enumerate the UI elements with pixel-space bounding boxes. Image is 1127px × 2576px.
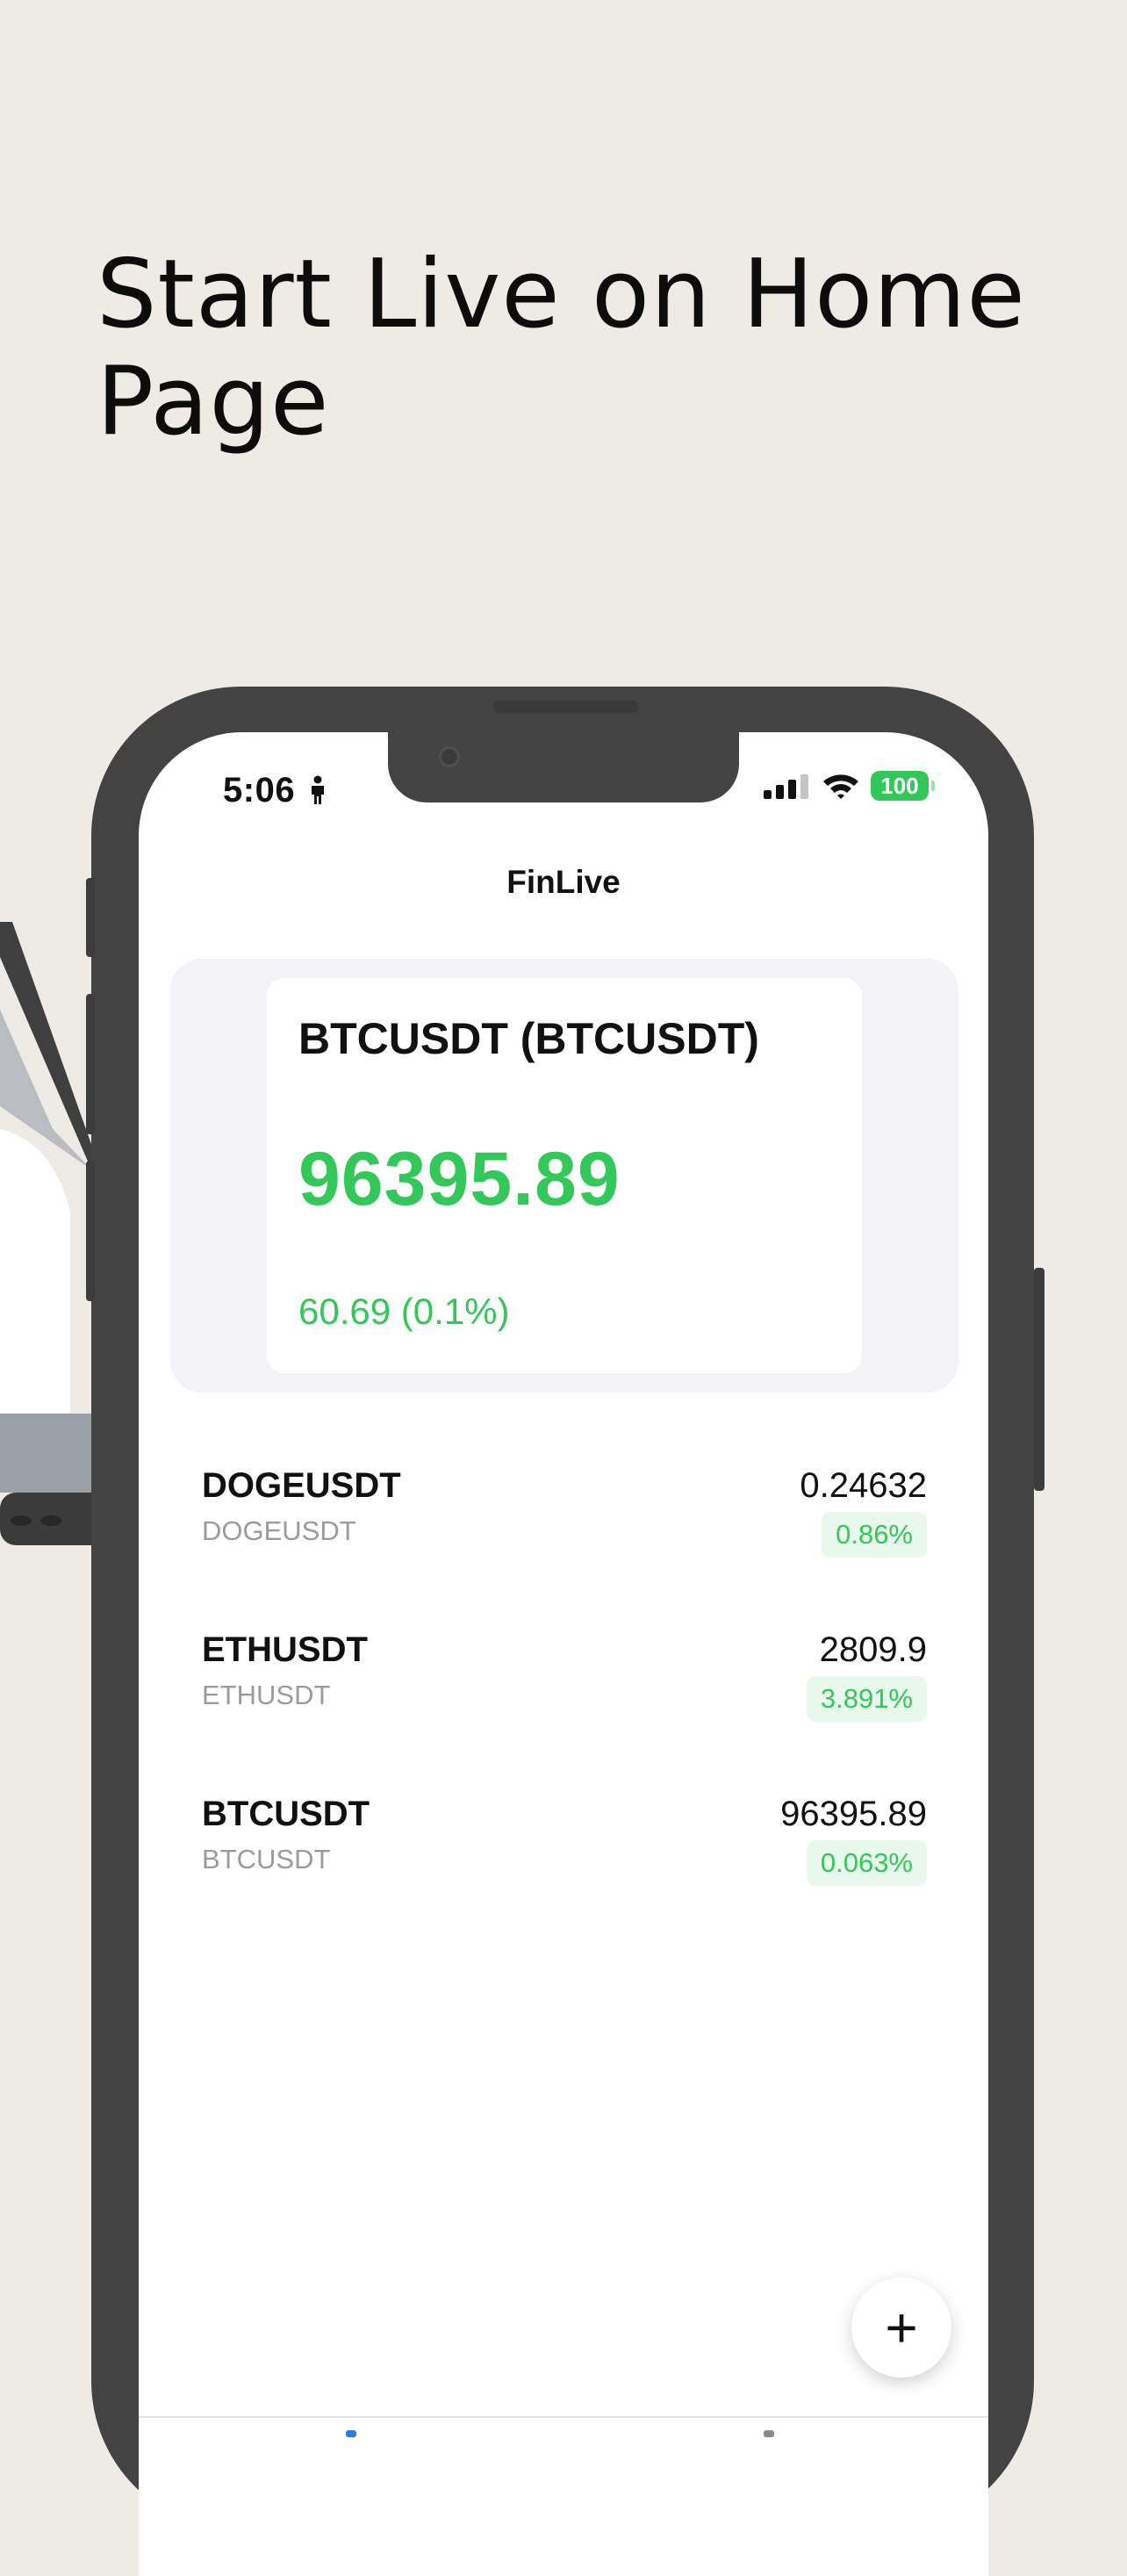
change-badge: 0.063% — [806, 1840, 927, 1886]
ticker-price: 96395.89 — [780, 1795, 927, 1833]
earpiece-speaker — [493, 701, 639, 713]
status-time-text: 5:06 — [223, 771, 296, 809]
change-badge: 0.86% — [822, 1512, 927, 1558]
camera-notch — [388, 732, 739, 802]
phone-screen: 5:06 100 FinLive BTCUSDT (BTCUSDT) 96395… — [139, 732, 988, 2576]
status-time: 5:06 — [223, 771, 327, 810]
ticker-subtitle: ETHUSDT — [202, 1680, 331, 1710]
wifi-icon — [823, 774, 858, 799]
front-camera — [439, 746, 460, 767]
featured-widget[interactable]: BTCUSDT (BTCUSDT) 96395.89 60.69 (0.1%) — [170, 959, 958, 1392]
change-badge: 3.891% — [806, 1676, 927, 1722]
ticker-symbol: ETHUSDT — [202, 1630, 368, 1669]
ticker-subtitle: BTCUSDT — [202, 1844, 331, 1874]
tab-home-icon[interactable] — [346, 2430, 356, 2437]
side-button-mute — [86, 878, 95, 957]
side-button-volume-down — [86, 1161, 95, 1301]
cellular-signal-icon — [764, 774, 808, 799]
featured-change: 60.69 (0.1%) — [298, 1291, 510, 1332]
list-item[interactable]: ETHUSDT ETHUSDT 2809.9 3.891% — [202, 1625, 927, 1789]
app-title: FinLive — [506, 864, 621, 900]
plus-icon: + — [885, 2296, 918, 2359]
ticker-symbol: BTCUSDT — [202, 1795, 370, 1833]
featured-name: BTCUSDT (BTCUSDT) — [298, 1014, 759, 1063]
ticker-list: DOGEUSDT DOGEUSDT 0.24632 0.86% ETHUSDT … — [202, 1461, 927, 1954]
featured-card[interactable]: BTCUSDT (BTCUSDT) 96395.89 60.69 (0.1%) — [267, 978, 862, 1373]
list-item[interactable]: BTCUSDT BTCUSDT 96395.89 0.063% — [202, 1789, 927, 1954]
tab-bar-divider — [139, 2416, 988, 2418]
featured-price: 96395.89 — [298, 1137, 621, 1221]
side-button-power — [1034, 1268, 1044, 1491]
person-icon — [311, 775, 324, 804]
side-button-volume-up — [86, 994, 95, 1134]
ticker-subtitle: DOGEUSDT — [202, 1515, 356, 1546]
list-item[interactable]: DOGEUSDT DOGEUSDT 0.24632 0.86% — [202, 1461, 927, 1625]
ticker-price: 2809.9 — [819, 1630, 927, 1669]
add-ticker-button[interactable]: + — [851, 2277, 951, 2378]
promo-headline: Start Live on Home Page — [97, 240, 1026, 457]
status-icons: 100 — [764, 771, 935, 801]
battery-icon: 100 — [871, 771, 935, 801]
tab-settings-icon[interactable] — [764, 2430, 774, 2437]
ticker-symbol: DOGEUSDT — [202, 1466, 401, 1505]
phone-frame: 5:06 100 FinLive BTCUSDT (BTCUSDT) 96395… — [86, 687, 1044, 2576]
ticker-price: 0.24632 — [800, 1466, 927, 1505]
